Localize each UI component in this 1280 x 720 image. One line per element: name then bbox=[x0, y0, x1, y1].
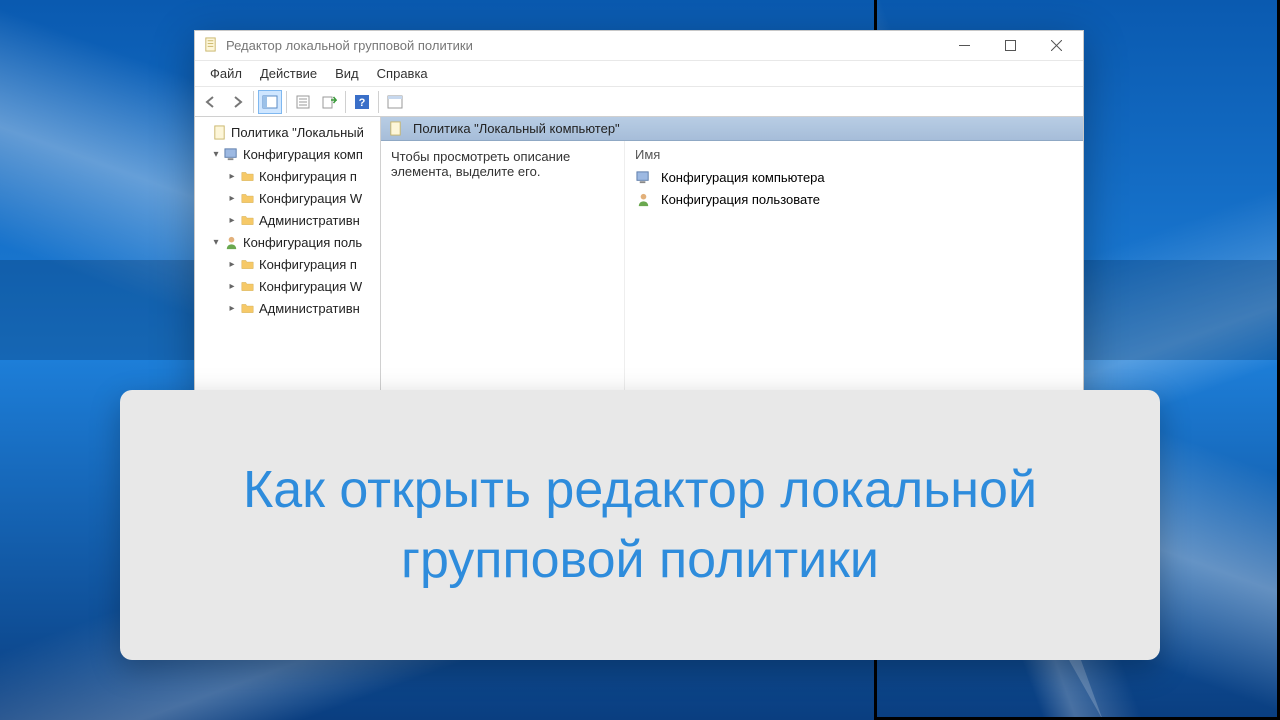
menu-view[interactable]: Вид bbox=[326, 63, 368, 84]
list-item-label: Конфигурация пользовате bbox=[661, 192, 820, 207]
computer-icon bbox=[223, 146, 239, 162]
menu-action[interactable]: Действие bbox=[251, 63, 326, 84]
tree-label: Административн bbox=[259, 301, 360, 316]
tree-user-config[interactable]: ▾ Конфигурация поль bbox=[195, 231, 380, 253]
titlebar[interactable]: Редактор локальной групповой политики bbox=[195, 31, 1083, 61]
document-icon bbox=[387, 121, 403, 137]
show-tree-button[interactable] bbox=[258, 90, 282, 114]
column-header-name[interactable]: Имя bbox=[635, 147, 1073, 162]
menubar: Файл Действие Вид Справка bbox=[195, 61, 1083, 87]
folder-icon bbox=[239, 278, 255, 294]
folder-icon bbox=[239, 168, 255, 184]
description-pane: Чтобы просмотреть описание элемента, выд… bbox=[381, 141, 625, 409]
caption-text: Как открыть редактор локальной групповой… bbox=[160, 455, 1120, 595]
list-item[interactable]: Конфигурация компьютера bbox=[635, 166, 1073, 188]
chevron-right-icon[interactable]: ▸ bbox=[225, 303, 239, 314]
toolbar-separator bbox=[345, 91, 346, 113]
tree-label: Конфигурация комп bbox=[243, 147, 363, 162]
list-item-label: Конфигурация компьютера bbox=[661, 170, 825, 185]
tree-label: Конфигурация W bbox=[259, 279, 362, 294]
description-text: Чтобы просмотреть описание элемента, выд… bbox=[391, 149, 614, 179]
folder-icon bbox=[239, 256, 255, 272]
chevron-down-icon[interactable]: ▾ bbox=[209, 237, 223, 248]
main-panel: Политика "Локальный компьютер" Чтобы про… bbox=[381, 117, 1083, 409]
toolbar: ? bbox=[195, 87, 1083, 117]
chevron-right-icon[interactable]: ▸ bbox=[225, 259, 239, 270]
tree-item[interactable]: ▸ Конфигурация п bbox=[195, 165, 380, 187]
computer-icon bbox=[635, 169, 651, 185]
toolbar-separator bbox=[253, 91, 254, 113]
folder-icon bbox=[239, 212, 255, 228]
window-body: Политика "Локальный ▾ Конфигурация комп … bbox=[195, 117, 1083, 409]
list-pane[interactable]: Имя Конфигурация компьютера Конфигурация… bbox=[625, 141, 1083, 409]
folder-icon bbox=[239, 300, 255, 316]
tree-item[interactable]: ▸ Конфигурация W bbox=[195, 187, 380, 209]
filter-button[interactable] bbox=[383, 90, 407, 114]
folder-icon bbox=[239, 190, 255, 206]
maximize-button[interactable] bbox=[987, 31, 1033, 61]
main-header: Политика "Локальный компьютер" bbox=[381, 117, 1083, 141]
tree-label: Конфигурация W bbox=[259, 191, 362, 206]
chevron-right-icon[interactable]: ▸ bbox=[225, 193, 239, 204]
back-button[interactable] bbox=[199, 90, 223, 114]
main-content: Чтобы просмотреть описание элемента, выд… bbox=[381, 141, 1083, 409]
tree-item[interactable]: ▸ Конфигурация п bbox=[195, 253, 380, 275]
toolbar-separator bbox=[378, 91, 379, 113]
list-item[interactable]: Конфигурация пользовате bbox=[635, 188, 1073, 210]
document-icon bbox=[211, 124, 227, 140]
window-controls bbox=[941, 31, 1079, 61]
main-header-title: Политика "Локальный компьютер" bbox=[413, 121, 620, 136]
chevron-right-icon[interactable]: ▸ bbox=[225, 215, 239, 226]
app-window: Редактор локальной групповой политики Фа… bbox=[194, 30, 1084, 410]
svg-text:?: ? bbox=[359, 97, 366, 109]
caption-card: Как открыть редактор локальной групповой… bbox=[120, 390, 1160, 660]
menu-help[interactable]: Справка bbox=[368, 63, 437, 84]
tree-label: Административн bbox=[259, 213, 360, 228]
tree-label: Конфигурация поль bbox=[243, 235, 362, 250]
tree-root[interactable]: Политика "Локальный bbox=[195, 121, 380, 143]
minimize-button[interactable] bbox=[941, 31, 987, 61]
help-button[interactable]: ? bbox=[350, 90, 374, 114]
app-icon bbox=[203, 37, 218, 55]
tree-computer-config[interactable]: ▾ Конфигурация комп bbox=[195, 143, 380, 165]
window-title: Редактор локальной групповой политики bbox=[226, 38, 941, 53]
forward-button[interactable] bbox=[225, 90, 249, 114]
tree-item[interactable]: ▸ Конфигурация W bbox=[195, 275, 380, 297]
close-button[interactable] bbox=[1033, 31, 1079, 61]
export-button[interactable] bbox=[317, 90, 341, 114]
properties-button[interactable] bbox=[291, 90, 315, 114]
tree-label: Политика "Локальный bbox=[231, 125, 364, 140]
tree-item[interactable]: ▸ Административн bbox=[195, 297, 380, 319]
user-icon bbox=[635, 191, 651, 207]
toolbar-separator bbox=[286, 91, 287, 113]
tree-panel[interactable]: Политика "Локальный ▾ Конфигурация комп … bbox=[195, 117, 381, 409]
tree-item[interactable]: ▸ Административн bbox=[195, 209, 380, 231]
chevron-right-icon[interactable]: ▸ bbox=[225, 171, 239, 182]
chevron-right-icon[interactable]: ▸ bbox=[225, 281, 239, 292]
chevron-down-icon[interactable]: ▾ bbox=[209, 149, 223, 160]
menu-file[interactable]: Файл bbox=[201, 63, 251, 84]
user-icon bbox=[223, 234, 239, 250]
tree-label: Конфигурация п bbox=[259, 169, 357, 184]
tree-label: Конфигурация п bbox=[259, 257, 357, 272]
